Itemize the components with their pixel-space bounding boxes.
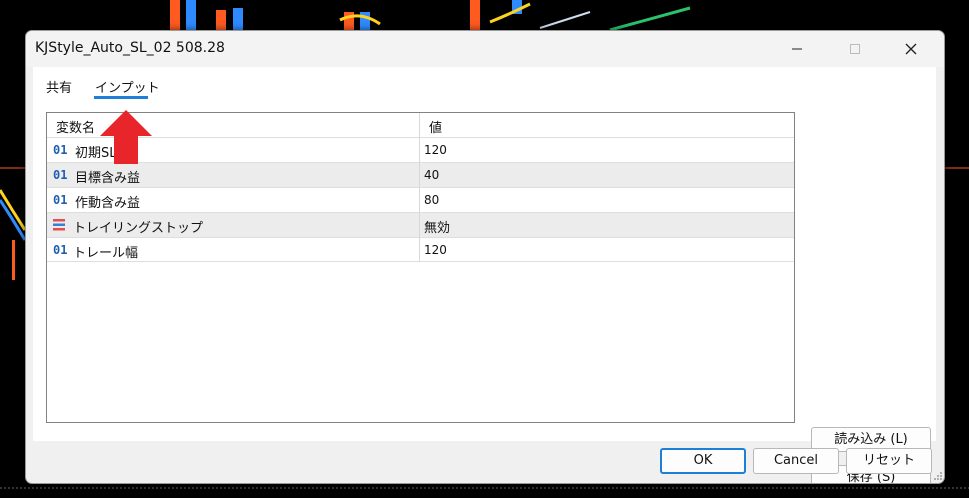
title-bar[interactable]: KJStyle_Auto_SL_02 508.28	[26, 31, 944, 67]
column-header-value[interactable]: 値	[429, 117, 442, 136]
parameter-name: 作動含み益	[75, 196, 141, 211]
close-button[interactable]	[888, 31, 934, 67]
ok-button[interactable]: OK	[660, 448, 746, 474]
tab-common[interactable]: 共有	[46, 77, 72, 96]
integer-type-icon: 01	[53, 143, 68, 157]
maximize-button[interactable]	[832, 31, 878, 67]
integer-type-icon: 01	[53, 168, 68, 182]
parameter-value[interactable]: 120	[424, 143, 447, 157]
parameter-name: 目標含み益	[75, 171, 141, 186]
active-tab-indicator	[94, 96, 148, 99]
table-header: 変数名 値	[47, 113, 794, 137]
integer-type-icon: 01	[53, 193, 68, 207]
column-divider[interactable]	[419, 113, 420, 262]
parameter-value[interactable]: 80	[424, 193, 439, 207]
tab-inputs[interactable]: インプット	[95, 77, 160, 96]
integer-type-icon: 01	[53, 243, 68, 257]
parameter-value[interactable]: 40	[424, 168, 439, 182]
reset-button[interactable]: リセット	[846, 448, 932, 474]
inputs-panel: 変数名 値 01 初期SL 120 01 目標含み益 40 01 作動含み益 8…	[33, 101, 936, 483]
table-row[interactable]: 01 目標含み益 40	[47, 162, 794, 187]
minimize-button[interactable]	[774, 31, 820, 67]
tab-bar: 共有 インプット	[33, 67, 936, 101]
table-row[interactable]: 01 トレール幅 120	[47, 237, 794, 262]
resize-grip-icon[interactable]	[933, 471, 943, 481]
window-title: KJStyle_Auto_SL_02 508.28	[35, 40, 225, 56]
table-row[interactable]: トレイリングストップ 無効	[47, 212, 794, 237]
parameter-value[interactable]: 無効	[424, 217, 450, 236]
parameter-name: トレール幅	[73, 246, 139, 261]
enum-type-icon	[53, 219, 65, 231]
table-row[interactable]: 01 作動含み益 80	[47, 187, 794, 212]
parameters-table: 変数名 値 01 初期SL 120 01 目標含み益 40 01 作動含み益 8…	[46, 112, 795, 423]
parameter-value[interactable]: 120	[424, 243, 447, 257]
red-arrow-icon	[100, 110, 152, 164]
cancel-button[interactable]: Cancel	[753, 448, 839, 474]
properties-dialog: KJStyle_Auto_SL_02 508.28 共有 インプット 変数名 値…	[25, 30, 945, 484]
close-icon	[905, 43, 917, 55]
column-header-name[interactable]: 変数名	[56, 117, 95, 136]
maximize-icon	[850, 44, 860, 54]
parameter-name: トレイリングストップ	[73, 221, 204, 236]
table-row[interactable]: 01 初期SL 120	[47, 137, 794, 162]
minimize-icon	[792, 48, 802, 50]
